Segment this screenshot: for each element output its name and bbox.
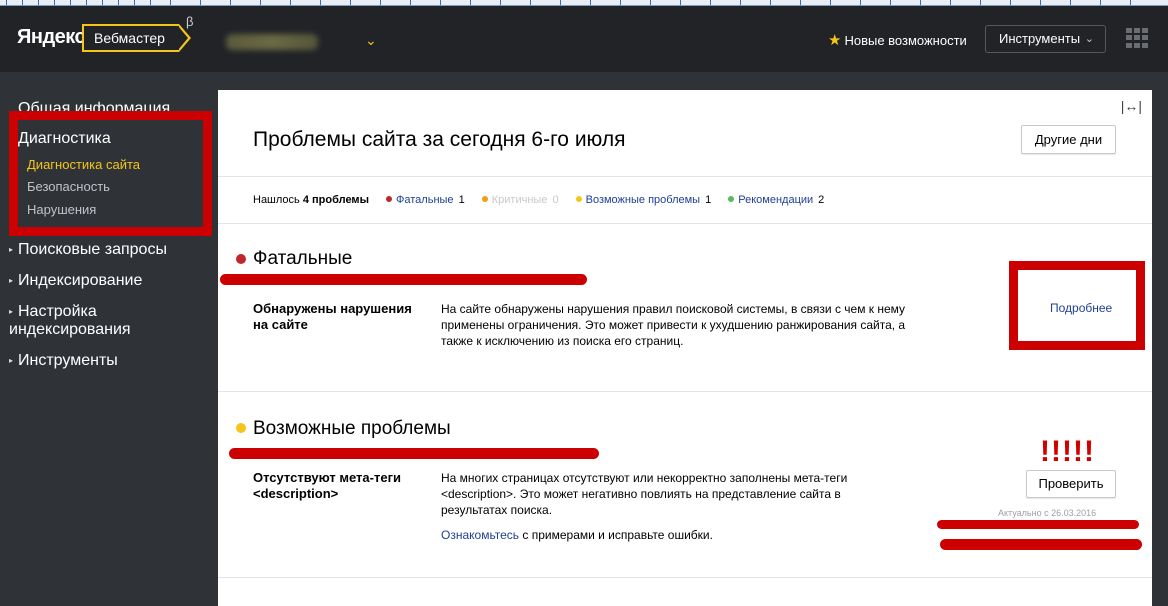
triangle-right-icon: ▸ [9,307,14,316]
section-title-possible: Возможные проблемы [253,418,451,439]
section-title-fatal: Фатальные [253,248,353,269]
sidebar-item-indexing-settings[interactable]: ▸ Настройка индексирования [9,303,169,339]
services-grid-icon[interactable] [1126,28,1148,48]
triangle-right-icon: ▸ [9,356,14,365]
actual-since-label: Актуально с 26.03.2016 [998,508,1097,518]
check-button[interactable]: Проверить [1026,470,1116,498]
possible-dot-icon [236,423,246,433]
top-header: Яндекс Вебмастер β ⌄ ★ Новые возможности … [0,6,1168,72]
critical-count: 0 [552,194,559,206]
webmaster-badge[interactable]: Вебмастер [82,24,191,52]
filter-possible-link[interactable]: Возможные проблемы [586,194,700,206]
possible-count: 1 [705,194,712,206]
site-selector-blurred[interactable] [226,34,318,50]
issue-name-fatal: Обнаружены нарушения на сайте [253,301,412,332]
annotation-red-box [1009,261,1145,350]
fatal-dot-icon [386,196,393,202]
news-label: Новые возможности [844,33,967,48]
product-name: Вебмастер [94,30,165,46]
fatal-count: 1 [458,194,465,206]
expand-width-icon[interactable]: |↔| [1121,98,1142,114]
issue-desc-fatal: На сайте обнаружены нарушения правил пои… [441,302,906,348]
annotation-red-underline [937,520,1139,529]
triangle-right-icon: ▸ [9,245,14,254]
annotation-red-box [9,111,212,236]
tools-label: Инструменты [999,31,1081,46]
annotation-red-underline [229,448,599,459]
problems-summary: Нашлось 4 проблемы Фатальные 1 Критичные 0… [253,194,824,206]
chevron-down-icon: ⌄ [1084,33,1094,45]
summary-prefix: Нашлось [253,194,300,206]
annotation-red-underline [940,539,1142,550]
sidebar-item-label: Поисковые запросы [18,241,167,258]
chevron-down-icon[interactable]: ⌄ [365,32,377,49]
annotation-exclamation: !!!!! [1040,435,1095,468]
filter-critical-label: Критичные [491,194,548,206]
divider [218,223,1152,224]
issue-desc-possible: На многих страницах отсутствуют или неко… [441,471,848,517]
sidebar-item-label: Настройка индексирования [9,303,131,338]
fatal-dot-icon [236,254,246,264]
possible-dot-icon [575,196,582,202]
filter-fatal-link[interactable]: Фатальные [396,194,454,206]
filter-recommend-link[interactable]: Рекомендации [738,194,813,206]
issue-name-possible: Отсутствуют мета-теги <description> [253,470,401,501]
recommend-count: 2 [818,194,825,206]
star-icon: ★ [828,32,842,49]
sidebar-item-label: Индексирование [18,272,143,289]
issue-hint-tail: с примерами и исправьте ошибки. [519,528,713,542]
sidebar-item-indexing[interactable]: ▸ Индексирование [9,272,142,290]
divider [218,176,1152,177]
summary-count: 4 проблемы [302,194,369,206]
recommend-dot-icon [728,196,735,202]
other-days-button[interactable]: Другие дни [1021,125,1116,154]
divider [218,577,1152,578]
sidebar-item-label: Инструменты [18,352,118,369]
sidebar-item-search-queries[interactable]: ▸ Поисковые запросы [9,241,167,259]
page-title: Проблемы сайта за сегодня 6-го июля [253,128,626,151]
sidebar-item-tools[interactable]: ▸ Инструменты [9,352,118,370]
issue-hint: Ознакомьтесь с примерами и исправьте оши… [441,527,941,543]
critical-dot-icon [481,196,488,202]
annotation-red-underline [220,274,587,285]
news-link[interactable]: ★ Новые возможности [828,31,967,49]
logo-text: Яндекс [17,26,86,48]
main-content: |↔| Проблемы сайта за сегодня 6-го июля … [218,90,1152,606]
learn-more-link[interactable]: Ознакомьтесь [441,528,519,542]
triangle-right-icon: ▸ [9,276,14,285]
divider [218,391,1152,392]
tools-dropdown[interactable]: Инструменты ⌄ [985,25,1106,53]
yandex-logo[interactable]: Яндекс [17,26,86,49]
